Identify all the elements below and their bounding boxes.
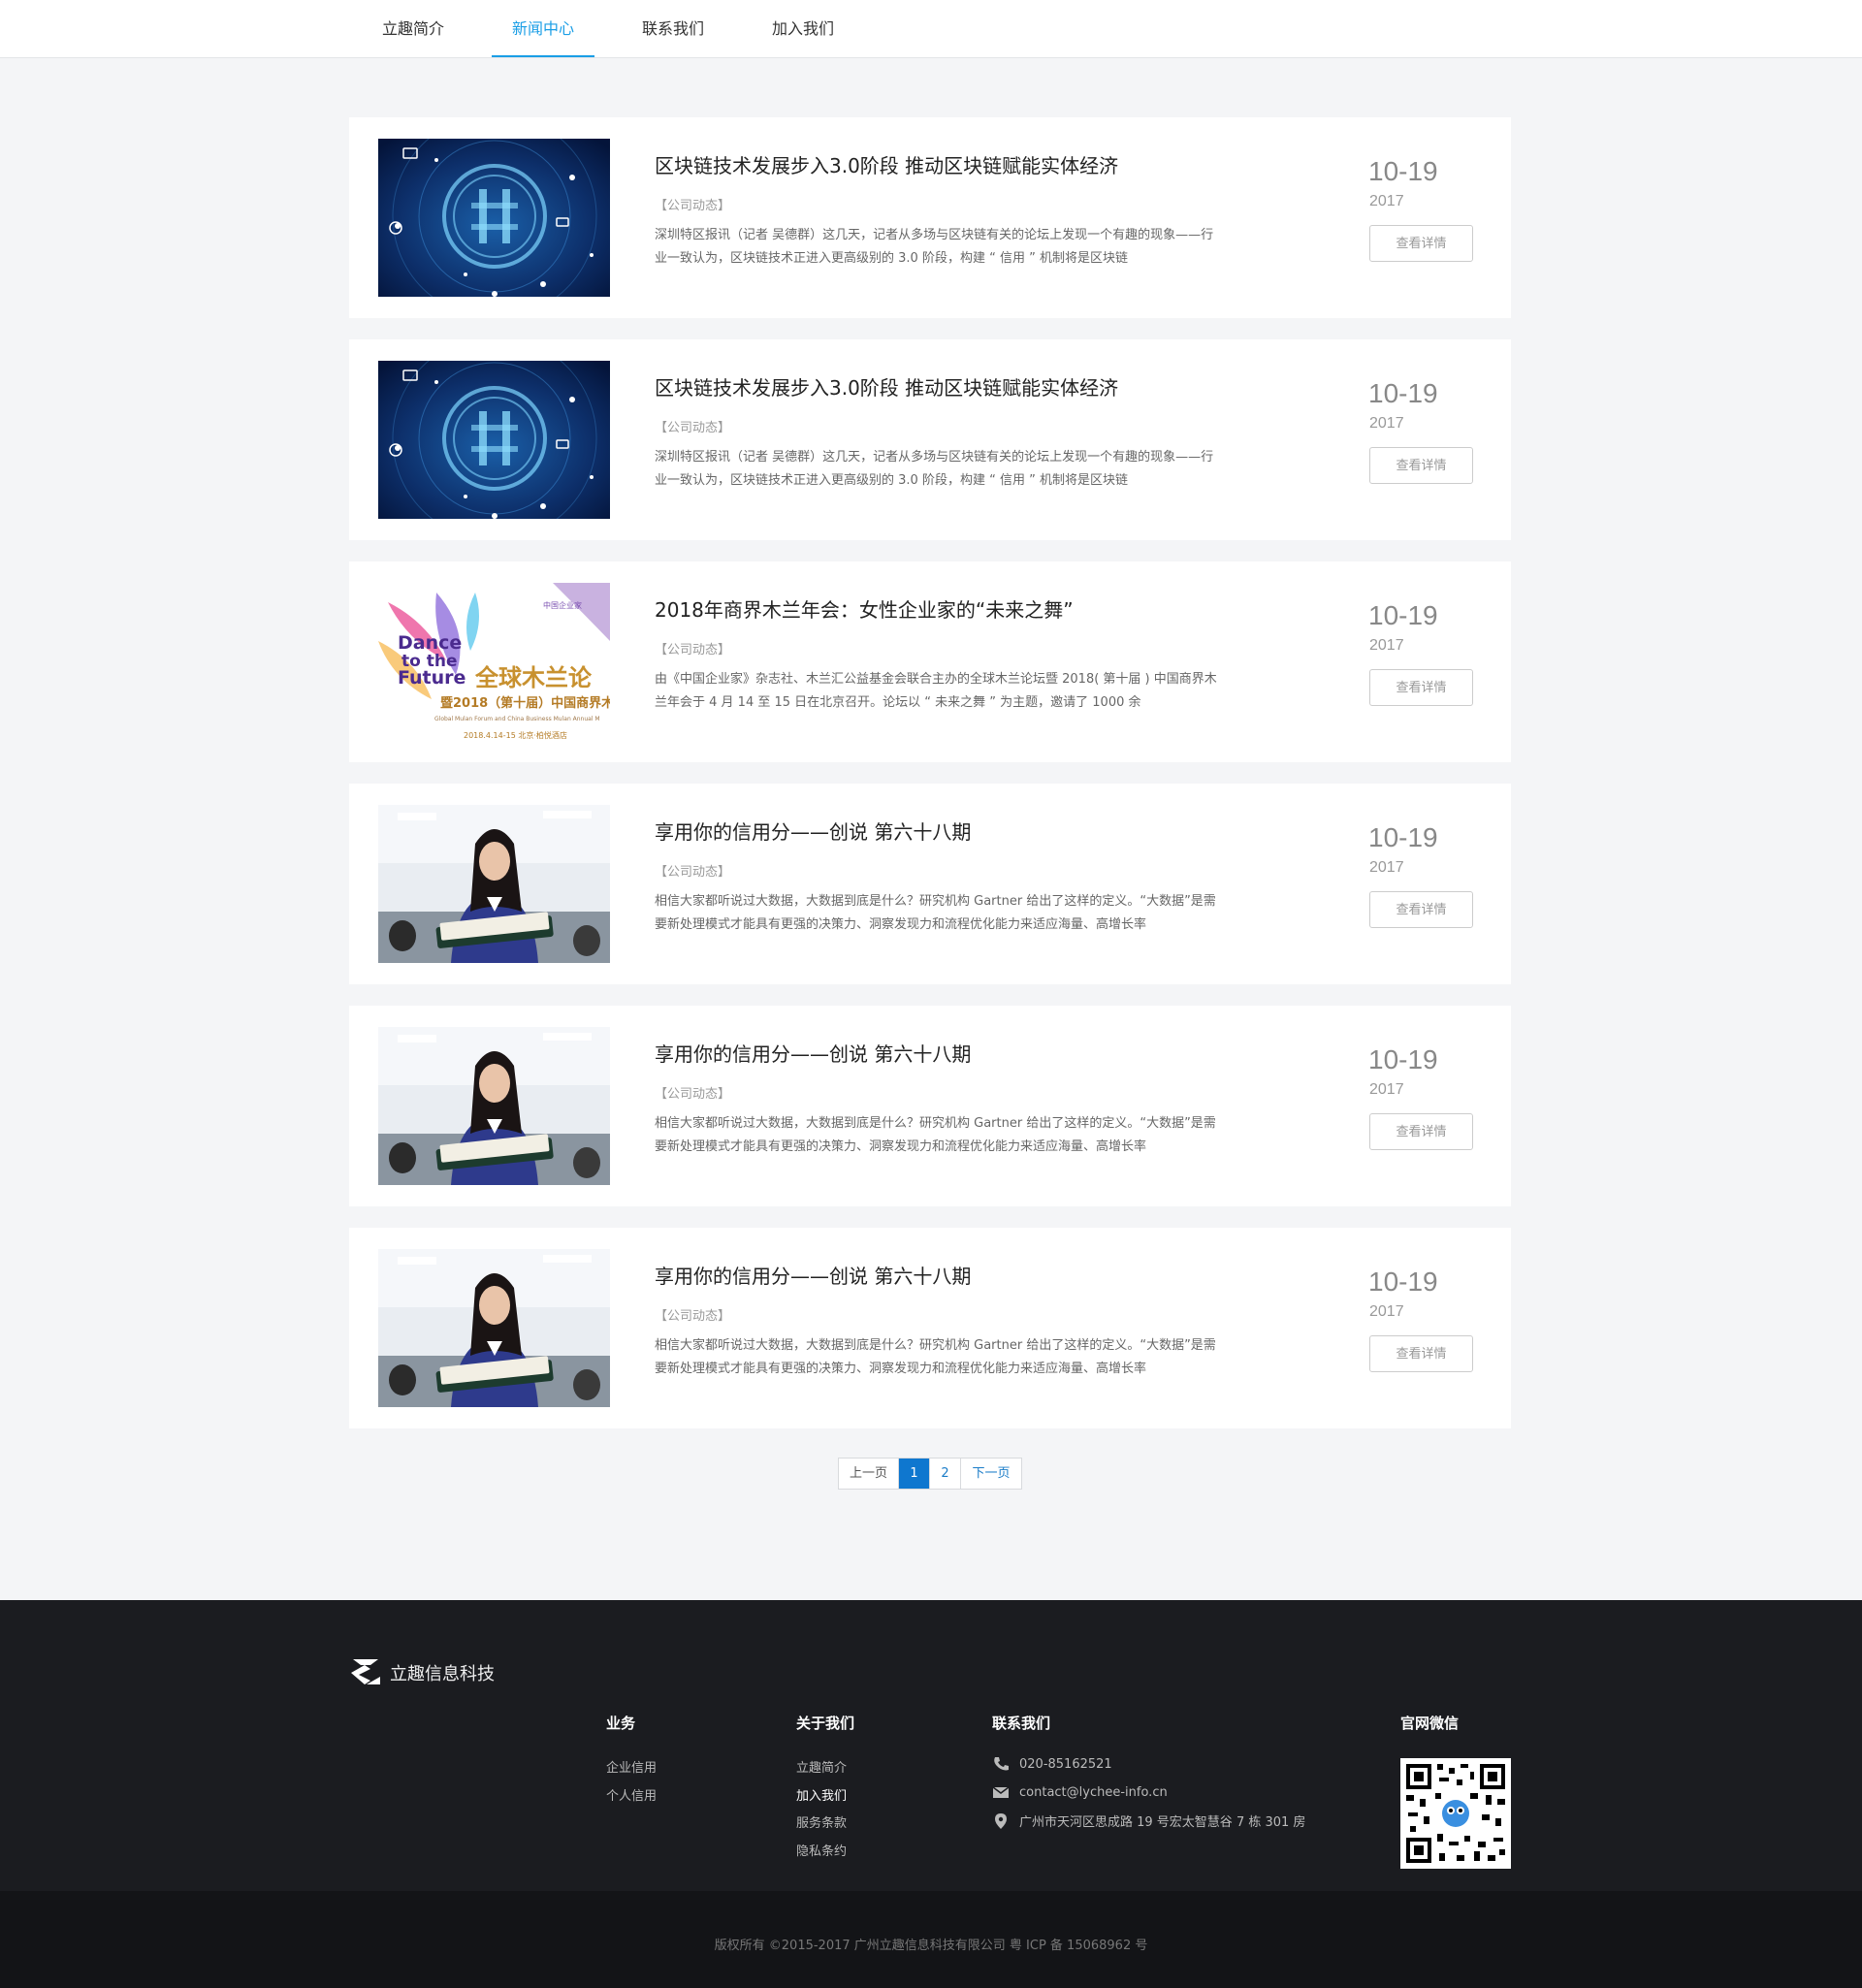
copyright-text: 版权所有 ©2015-2017 广州立趣信息科技有限公司 粤 ICP 备 150…	[714, 1939, 1148, 1953]
poster-corner: 中国企业家	[543, 600, 582, 610]
view-details-button[interactable]: 查看详情	[1369, 669, 1473, 706]
news-title[interactable]: 享用你的信用分——创说 第六十八期	[655, 817, 971, 845]
view-details-button[interactable]: 查看详情	[1369, 891, 1473, 928]
news-summary: 相信大家都听说过大数据，大数据到底是什么？研究机构 Gartner 给出了这样的…	[655, 1338, 1216, 1376]
news-category-tag: 【公司动态】	[655, 865, 731, 880]
footer-logo[interactable]: 立趣信息科技	[349, 1655, 495, 1690]
contact-address-row: 广州市天河区思成路 19 号宏太智慧谷 7 栋 301 房	[992, 1812, 1305, 1830]
contact-phone-row: 020-85162521	[992, 1756, 1112, 1772]
news-title[interactable]: 享用你的信用分——创说 第六十八期	[655, 1261, 971, 1289]
news-title[interactable]: 享用你的信用分——创说 第六十八期	[655, 1039, 971, 1067]
news-category-tag: 【公司动态】	[655, 421, 731, 435]
phone-icon	[992, 1756, 1010, 1772]
view-details-button[interactable]: 查看详情	[1369, 225, 1473, 262]
location-pin-icon	[992, 1812, 1010, 1829]
news-card[interactable]: 享用你的信用分——创说 第六十八期 【公司动态】 相信大家都听说过大数据，大数据…	[349, 1228, 1511, 1428]
news-card[interactable]: 享用你的信用分——创说 第六十八期 【公司动态】 相信大家都听说过大数据，大数据…	[349, 784, 1511, 984]
news-title[interactable]: 区块链技术发展步入3.0阶段 推动区块链赋能实体经济	[655, 372, 1118, 401]
news-card[interactable]: 区块链技术发展步入3.0阶段 推动区块链赋能实体经济 【公司动态】 深圳特区报讯…	[349, 339, 1511, 540]
reading-woman-photo[interactable]	[378, 1249, 610, 1407]
nav-item-contact[interactable]: 联系我们	[608, 0, 738, 57]
news-date: 10-19	[1368, 1044, 1438, 1074]
mulan-poster-image[interactable]: Dance to the Future 全球木兰论 暨2018（第十届）中国商界…	[378, 583, 610, 741]
news-category-tag: 【公司动态】	[655, 1087, 731, 1102]
news-date: 10-19	[1368, 600, 1438, 630]
view-details-button[interactable]: 查看详情	[1369, 1335, 1473, 1372]
footer-link-terms[interactable]: 服务条款	[796, 1812, 847, 1831]
footer-wechat-title: 官网微信	[1400, 1715, 1460, 1732]
poster-subline: 暨2018（第十届）中国商界木兰	[440, 695, 610, 711]
news-category-tag: 【公司动态】	[655, 643, 731, 657]
news-category-tag: 【公司动态】	[655, 199, 731, 213]
company-logo-icon	[351, 1659, 380, 1684]
contact-email[interactable]: contact@lychee-info.cn	[1019, 1785, 1168, 1800]
news-date: 10-19	[1368, 378, 1438, 408]
footer-link-join[interactable]: 加入我们	[796, 1785, 847, 1804]
news-year: 2017	[1369, 415, 1404, 432]
news-title[interactable]: 2018年商界木兰年会：女性企业家的“未来之舞”	[655, 594, 1074, 623]
news-year: 2017	[1369, 193, 1404, 209]
nav-item-news[interactable]: 新闻中心	[478, 0, 608, 57]
nav-item-about[interactable]: 立趣简介	[348, 0, 478, 57]
footer: 立趣信息科技 业务 企业信用 个人信用 关于我们 立趣简介 加入我们 服务条款 …	[0, 1600, 1862, 1891]
nav-item-join[interactable]: 加入我们	[738, 0, 868, 57]
news-date: 10-19	[1368, 156, 1438, 186]
news-card[interactable]: 区块链技术发展步入3.0阶段 推动区块链赋能实体经济 【公司动态】 深圳特区报讯…	[349, 117, 1511, 318]
top-navigation-bar: 立趣简介 新闻中心 联系我们 加入我们	[0, 0, 1862, 58]
copyright-bar: 版权所有 ©2015-2017 广州立趣信息科技有限公司 粤 ICP 备 150…	[0, 1891, 1862, 1988]
footer-link-personal-credit[interactable]: 个人信用	[606, 1785, 657, 1804]
reading-woman-photo[interactable]	[378, 1027, 610, 1185]
blockchain-image[interactable]	[378, 361, 610, 519]
view-details-button[interactable]: 查看详情	[1369, 1113, 1473, 1150]
poster-line3: Future	[398, 667, 466, 689]
mail-icon	[992, 1784, 1010, 1800]
prev-page-button[interactable]: 上一页	[839, 1459, 899, 1489]
page-2-button[interactable]: 2	[930, 1459, 961, 1489]
next-page-button[interactable]: 下一页	[961, 1459, 1021, 1489]
news-date: 10-19	[1368, 822, 1438, 852]
reading-woman-photo[interactable]	[378, 805, 610, 963]
blockchain-image[interactable]	[378, 139, 610, 297]
news-year: 2017	[1369, 1303, 1404, 1320]
news-summary: 由《中国企业家》杂志社、木兰汇公益基金会联合主办的全球木兰论坛暨 2018( 第…	[655, 672, 1217, 710]
view-details-button[interactable]: 查看详情	[1369, 447, 1473, 484]
news-date: 10-19	[1368, 1267, 1438, 1297]
pagination: 上一页 1 2 下一页	[838, 1458, 1022, 1490]
news-list: 区块链技术发展步入3.0阶段 推动区块链赋能实体经济 【公司动态】 深圳特区报讯…	[349, 117, 1511, 1450]
footer-business-title: 业务	[606, 1715, 636, 1732]
footer-about-title: 关于我们	[796, 1715, 855, 1732]
news-year: 2017	[1369, 637, 1404, 654]
page-1-button[interactable]: 1	[899, 1459, 930, 1489]
main-nav: 立趣简介 新闻中心 联系我们 加入我们	[348, 0, 868, 57]
wechat-qr-code	[1400, 1758, 1511, 1869]
news-card[interactable]: Dance to the Future 全球木兰论 暨2018（第十届）中国商界…	[349, 561, 1511, 762]
news-year: 2017	[1369, 859, 1404, 876]
footer-link-privacy[interactable]: 隐私条约	[796, 1841, 847, 1859]
footer-link-enterprise-credit[interactable]: 企业信用	[606, 1757, 657, 1776]
contact-email-row: contact@lychee-info.cn	[992, 1784, 1168, 1800]
poster-headline: 全球木兰论	[474, 664, 593, 691]
news-year: 2017	[1369, 1081, 1404, 1098]
news-summary: 相信大家都听说过大数据，大数据到底是什么？研究机构 Gartner 给出了这样的…	[655, 894, 1216, 932]
contact-address: 广州市天河区思成路 19 号宏太智慧谷 7 栋 301 房	[1019, 1815, 1306, 1830]
contact-phone: 020-85162521	[1019, 1756, 1112, 1772]
news-title[interactable]: 区块链技术发展步入3.0阶段 推动区块链赋能实体经济	[655, 150, 1118, 178]
news-summary: 深圳特区报讯（记者 吴德群）这几天，记者从多场与区块链有关的论坛上发现一个有趣的…	[655, 228, 1214, 266]
poster-english: Global Mulan Forum and China Business Mu…	[434, 716, 600, 722]
news-summary: 相信大家都听说过大数据，大数据到底是什么？研究机构 Gartner 给出了这样的…	[655, 1116, 1216, 1154]
footer-logo-text: 立趣信息科技	[390, 1664, 495, 1684]
news-summary: 深圳特区报讯（记者 吴德群）这几天，记者从多场与区块链有关的论坛上发现一个有趣的…	[655, 450, 1214, 488]
poster-date-place: 2018.4.14-15 北京·柏悦酒店	[464, 730, 567, 740]
news-category-tag: 【公司动态】	[655, 1309, 731, 1324]
footer-link-about[interactable]: 立趣简介	[796, 1757, 847, 1776]
news-card[interactable]: 享用你的信用分——创说 第六十八期 【公司动态】 相信大家都听说过大数据，大数据…	[349, 1006, 1511, 1206]
poster-line1: Dance	[398, 632, 462, 654]
footer-contact-title: 联系我们	[992, 1715, 1051, 1732]
